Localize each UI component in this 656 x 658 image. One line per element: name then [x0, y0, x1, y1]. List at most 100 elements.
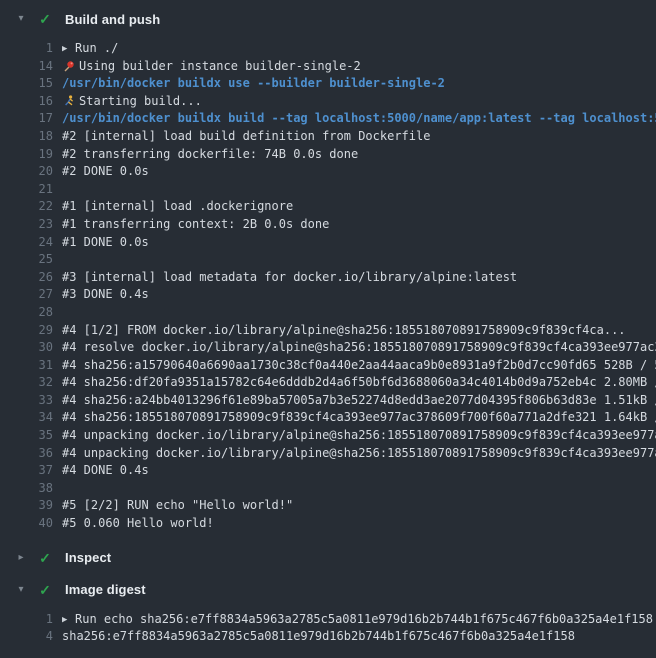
runner-emoji — [62, 95, 76, 107]
line-number[interactable]: 38 — [0, 480, 53, 498]
line-text: Starting build... — [79, 94, 202, 108]
line-text: Using builder instance builder-single-2 — [79, 59, 361, 73]
line-content: #5 [2/2] RUN echo "Hello world!" — [62, 497, 656, 515]
log-line[interactable]: 37 #4 DONE 0.4s — [0, 462, 656, 480]
log-line[interactable]: 23 #1 transferring context: 2B 0.0s done — [0, 216, 656, 234]
line-content: #4 DONE 0.4s — [62, 462, 656, 480]
line-content: /usr/bin/docker buildx use --builder bui… — [62, 75, 656, 93]
log-line[interactable]: 24 #1 DONE 0.0s — [0, 234, 656, 252]
log-line[interactable]: 21 — [0, 181, 656, 199]
section-header-build-and-push[interactable]: ▾✓Build and push — [0, 5, 656, 33]
line-text: #4 unpacking docker.io/library/alpine@sh… — [62, 428, 656, 442]
line-text: Run ./ — [75, 41, 118, 55]
line-number[interactable]: 16 — [0, 93, 53, 111]
log-line[interactable]: 27 #3 DONE 0.4s — [0, 286, 656, 304]
line-number[interactable]: 34 — [0, 409, 53, 427]
log-section-inspect: ▸✓Inspect — [0, 544, 656, 572]
log-line[interactable]: 17/usr/bin/docker buildx build --tag loc… — [0, 110, 656, 128]
line-text: #4 [1/2] FROM docker.io/library/alpine@s… — [62, 323, 626, 337]
log-line[interactable]: 28 — [0, 304, 656, 322]
log-line[interactable]: 4 sha256:e7ff8834a5963a2785c5a0811e979d16… — [0, 628, 656, 646]
log-line[interactable]: 40 #5 0.060 Hello world! — [0, 515, 656, 533]
line-text: #1 transferring context: 2B 0.0s done — [62, 217, 329, 231]
group-arrow-icon[interactable]: ▶ — [62, 612, 75, 629]
line-content: #4 unpacking docker.io/library/alpine@sh… — [62, 445, 656, 463]
line-text: #3 DONE 0.4s — [62, 287, 149, 301]
line-number[interactable]: 36 — [0, 445, 53, 463]
line-number[interactable]: 20 — [0, 163, 53, 181]
log-lines-build-and-push: 1 ▶Run ./ 14 Using builder instance builder… — [0, 40, 656, 533]
chevron-down-icon[interactable]: ▾ — [14, 14, 28, 24]
chevron-down-icon[interactable]: ▾ — [14, 585, 28, 595]
log-line[interactable]: 25 — [0, 251, 656, 269]
line-number[interactable]: 1 — [0, 611, 53, 629]
line-number[interactable]: 24 — [0, 234, 53, 252]
line-content: #2 [internal] load build definition from… — [62, 128, 656, 146]
line-text: #4 sha256:df20fa9351a15782c64e6dddb2d4a6… — [62, 375, 656, 389]
line-number[interactable]: 28 — [0, 304, 53, 322]
line-content — [62, 251, 656, 269]
line-number[interactable]: 27 — [0, 286, 53, 304]
line-text: #4 sha256:a24bb4013296f61e89ba57005a7b3e… — [62, 393, 656, 407]
group-arrow-icon[interactable]: ▶ — [62, 41, 75, 58]
log-line[interactable]: 19#2 transferring dockerfile: 74B 0.0s d… — [0, 146, 656, 164]
log-line[interactable]: 34#4 sha256:185518070891758909c9f839cf4c… — [0, 409, 656, 427]
log-line[interactable]: 38 — [0, 480, 656, 498]
line-content: ▶Run ./ — [62, 40, 656, 58]
line-number[interactable]: 14 — [0, 58, 53, 76]
line-number[interactable]: 1 — [0, 40, 53, 58]
line-number[interactable]: 29 — [0, 322, 53, 340]
log-line[interactable]: 29 #4 [1/2] FROM docker.io/library/alpine… — [0, 322, 656, 340]
line-text: /usr/bin/docker buildx build --tag local… — [62, 111, 656, 125]
line-number[interactable]: 32 — [0, 374, 53, 392]
line-number[interactable]: 40 — [0, 515, 53, 533]
line-number[interactable]: 18 — [0, 128, 53, 146]
log-line[interactable]: 26#3 [internal] load metadata for docker… — [0, 269, 656, 287]
line-content: /usr/bin/docker buildx build --tag local… — [62, 110, 656, 128]
line-content: #4 unpacking docker.io/library/alpine@sh… — [62, 427, 656, 445]
line-number[interactable]: 17 — [0, 110, 53, 128]
line-text: #2 DONE 0.0s — [62, 164, 149, 178]
line-number[interactable]: 30 — [0, 339, 53, 357]
log-line[interactable]: 15/usr/bin/docker buildx use --builder b… — [0, 75, 656, 93]
line-number[interactable]: 22 — [0, 198, 53, 216]
line-number[interactable]: 31 — [0, 357, 53, 375]
line-content: Starting build... — [62, 93, 656, 111]
section-header-inspect[interactable]: ▸✓Inspect — [0, 544, 656, 572]
line-text: #4 unpacking docker.io/library/alpine@sh… — [62, 446, 656, 460]
line-content: #4 resolve docker.io/library/alpine@sha2… — [62, 339, 656, 357]
log-line[interactable]: 14 Using builder instance builder-single-… — [0, 58, 656, 76]
log-line[interactable]: 1▶Run echo sha256:e7ff8834a5963a2785c5a0… — [0, 611, 656, 629]
line-number[interactable]: 19 — [0, 146, 53, 164]
check-icon: ✓ — [37, 583, 53, 597]
line-number[interactable]: 15 — [0, 75, 53, 93]
log-line[interactable]: 20 #2 DONE 0.0s — [0, 163, 656, 181]
log-line[interactable]: 16 Starting build... — [0, 93, 656, 111]
line-number[interactable]: 26 — [0, 269, 53, 287]
line-number[interactable]: 25 — [0, 251, 53, 269]
line-number[interactable]: 4 — [0, 628, 53, 646]
line-text: #1 DONE 0.0s — [62, 235, 149, 249]
line-number[interactable]: 37 — [0, 462, 53, 480]
line-text: #2 [internal] load build definition from… — [62, 129, 430, 143]
log-line[interactable]: 30 #4 resolve docker.io/library/alpine@sh… — [0, 339, 656, 357]
log-line[interactable]: 31#4 sha256:a15790640a6690aa1730c38cf0a4… — [0, 357, 656, 375]
log-line[interactable]: 36 #4 unpacking docker.io/library/alpine@… — [0, 445, 656, 463]
line-number[interactable]: 39 — [0, 497, 53, 515]
line-number[interactable]: 33 — [0, 392, 53, 410]
line-text: sha256:e7ff8834a5963a2785c5a0811e979d16b… — [62, 629, 575, 643]
log-line[interactable]: 39 #5 [2/2] RUN echo "Hello world!" — [0, 497, 656, 515]
line-number[interactable]: 23 — [0, 216, 53, 234]
line-number[interactable]: 21 — [0, 181, 53, 199]
chevron-right-icon[interactable]: ▸ — [14, 553, 28, 563]
log-line[interactable]: 1 ▶Run ./ — [0, 40, 656, 58]
log-line[interactable]: 18 #2 [internal] load build definition fr… — [0, 128, 656, 146]
log-section-image-digest: ▾✓Image digest1▶Run echo sha256:e7ff8834… — [0, 576, 656, 646]
line-content: #5 0.060 Hello world! — [62, 515, 656, 533]
log-line[interactable]: 22#1 [internal] load .dockerignore — [0, 198, 656, 216]
log-line[interactable]: 33 #4 sha256:a24bb4013296f61e89ba57005a7b… — [0, 392, 656, 410]
log-line[interactable]: 35 #4 unpacking docker.io/library/alpine@… — [0, 427, 656, 445]
section-header-image-digest[interactable]: ▾✓Image digest — [0, 576, 656, 604]
line-number[interactable]: 35 — [0, 427, 53, 445]
log-line[interactable]: 32 #4 sha256:df20fa9351a15782c64e6dddb2d4… — [0, 374, 656, 392]
